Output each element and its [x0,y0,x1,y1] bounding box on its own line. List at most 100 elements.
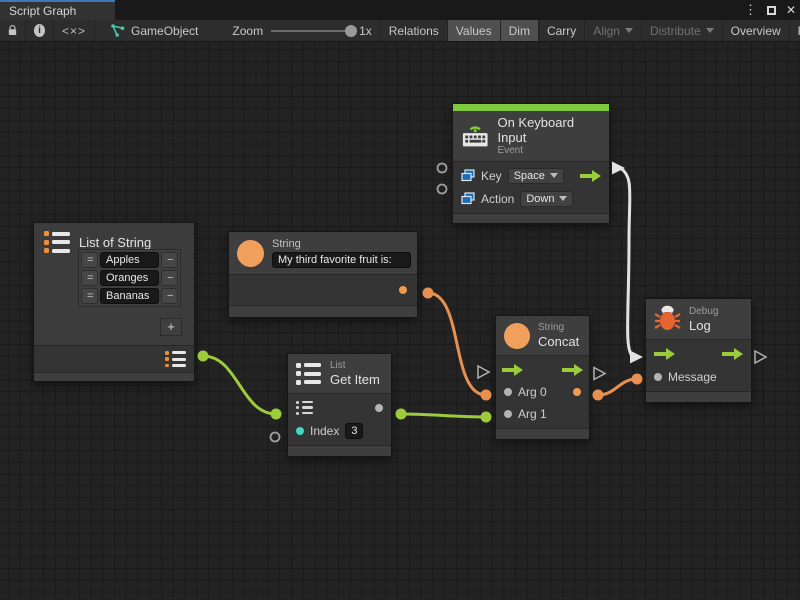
full-screen-button[interactable]: Full Screen [790,20,800,41]
string-output-port[interactable] [399,286,407,294]
carry-button[interactable]: Carry [539,20,585,41]
relations-button[interactable]: Relations [381,20,448,41]
list-item-input[interactable]: Bananas [100,288,159,304]
arg0-input-port[interactable] [504,388,512,396]
drag-handle[interactable]: = [81,252,98,268]
remove-item-button[interactable]: − [161,252,178,268]
flow-row [646,342,751,365]
list-output-port-icon[interactable] [165,351,186,367]
list-item-row: = Bananas − [81,288,178,304]
enum-icon [461,169,475,182]
flow-in-arrow-icon[interactable] [654,348,675,360]
keyboard-icon [461,123,489,149]
node-footer [646,391,751,402]
node-header: On Keyboard Input Event [453,111,609,162]
node-debug-log[interactable]: Debug Log Message [645,298,752,403]
overview-button[interactable]: Overview [723,20,790,41]
node-footer [453,213,609,223]
node-subtitle: Event [497,145,601,157]
bug-icon [654,305,681,333]
arg1-input-port[interactable] [504,410,512,418]
zoom-value: 1x [359,24,372,38]
result-output-port[interactable] [573,388,581,396]
node-title: On Keyboard Input [497,115,601,145]
values-button[interactable]: Values [448,20,501,41]
node-get-item[interactable]: List Get Item Index 3 [287,353,392,457]
string-value-input[interactable]: My third favorite fruit is: [272,252,411,268]
zoom-label: Zoom [232,24,263,38]
script-graph-window: Script Graph ⋮ ✕ i <×> GameObject Zoom 1… [0,0,800,600]
key-port-row: Key Space [453,164,609,187]
flow-out-arrow-icon[interactable] [580,170,601,182]
zoom-slider-knob[interactable] [345,25,357,37]
zoom-control: Zoom 1x [206,20,379,41]
string-output-row [229,275,417,305]
string-type-icon [504,323,530,349]
list-icon [296,363,322,385]
node-list-of-string[interactable]: List of String = Apples − = Oranges − = … [33,222,195,382]
graph-toolbar: i <×> GameObject Zoom 1x Relations Value… [0,20,800,42]
chevron-down-icon [550,173,558,178]
node-on-keyboard-input[interactable]: On Keyboard Input Event Key Space Action… [452,103,610,224]
tab-script-graph[interactable]: Script Graph [0,0,115,20]
remove-item-button[interactable]: − [161,270,178,286]
distribute-button[interactable]: Distribute [642,20,723,41]
gameobject-icon [111,24,125,37]
item-output-port[interactable] [375,404,383,412]
list-item-input[interactable]: Apples [100,252,159,268]
list-output-row [34,345,194,372]
drag-handle[interactable]: = [81,288,98,304]
list-icon [44,231,71,253]
remove-item-button[interactable]: − [161,288,178,304]
message-row: Message [646,365,751,388]
flow-in-arrow-icon[interactable] [502,364,523,376]
list-item-row: = Oranges − [81,270,178,286]
key-dropdown[interactable]: Space [508,168,564,184]
node-concat[interactable]: String Concat Arg 0 Arg 1 [495,315,590,440]
align-button[interactable]: Align [585,20,642,41]
chevron-down-icon [625,28,633,33]
flow-out-arrow-icon[interactable] [562,364,583,376]
list-input-port-icon[interactable] [296,401,313,415]
gameobject-label: GameObject [131,24,198,38]
close-icon[interactable]: ✕ [786,3,796,17]
chevron-down-icon [559,196,567,201]
index-input-row: Index 3 [288,419,391,442]
index-input-port[interactable] [296,427,304,435]
node-title: List of String [79,235,151,250]
arg1-label: Arg 1 [518,407,547,421]
zoom-slider[interactable] [271,30,355,32]
action-label: Action [481,192,514,206]
node-title: Concat [538,334,579,349]
maximize-icon[interactable] [767,6,776,15]
node-string-literal[interactable]: String My third favorite fruit is: [228,231,418,318]
enum-icon [461,192,475,205]
window-controls: ⋮ ✕ [744,0,796,20]
string-type-icon [237,240,264,267]
info-icon[interactable]: i [26,20,54,41]
add-item-button[interactable]: + [160,318,182,336]
action-dropdown[interactable]: Down [520,191,573,207]
node-subtitle: List [330,360,380,372]
list-item-row: = Apples − [81,252,178,268]
message-input-port[interactable] [654,373,662,381]
index-label: Index [310,424,339,438]
index-value-input[interactable]: 3 [345,423,363,439]
more-menu-icon[interactable]: ⋮ [744,0,757,20]
arg0-label: Arg 0 [518,385,547,399]
code-view-icon[interactable]: <×> [54,20,95,41]
node-subtitle: Debug [689,306,718,318]
node-subtitle: String [538,322,579,334]
lock-icon[interactable] [0,20,26,41]
flow-out-arrow-icon[interactable] [722,348,743,360]
arg1-row: Arg 1 [496,403,589,425]
node-footer [34,372,194,381]
drag-handle[interactable]: = [81,270,98,286]
list-item-input[interactable]: Oranges [100,270,159,286]
node-footer [288,445,391,456]
message-label: Message [668,370,717,384]
title-bar: Script Graph ⋮ ✕ [0,0,800,20]
action-port-row: Action Down [453,187,609,210]
gameobject-reference[interactable]: GameObject [95,20,206,41]
dim-button[interactable]: Dim [501,20,539,41]
